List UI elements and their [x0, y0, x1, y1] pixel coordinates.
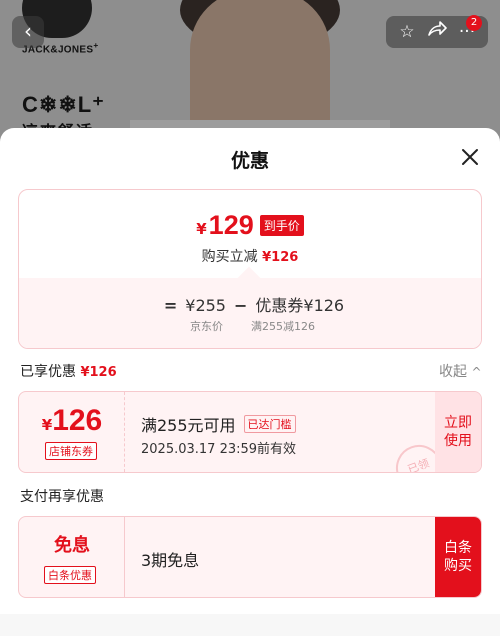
final-price-value: 129 — [208, 210, 254, 240]
sheet-title: 优惠 — [230, 150, 269, 172]
price-formula: = ¥255 − 优惠券¥126 — [19, 292, 481, 316]
pay-discount-label: 支付再享优惠 — [20, 489, 104, 505]
use-now-button[interactable]: 立即 使用 — [435, 392, 481, 472]
base-price: ¥255 — [185, 296, 226, 315]
coupon-card: ¥126 店铺东券 满255元可用 已达门槛 2025.03.17 23:59前… — [18, 391, 482, 473]
close-icon — [462, 149, 478, 165]
discount-sheet: 优惠 ¥ 129 到手价 购买立减 ¥126 = ¥255 − 优惠券¥126 … — [0, 128, 500, 636]
baitiao-buy-button[interactable]: 白条 购买 — [435, 517, 481, 597]
star-icon[interactable]: ☆ — [394, 16, 420, 48]
back-button[interactable]: ‹ — [12, 16, 44, 48]
coupon-expiry: 2025.03.17 23:59前有效 — [141, 442, 297, 457]
notification-badge: 2 — [466, 15, 482, 31]
base-price-caption: 京东价 — [190, 320, 223, 333]
final-price: ¥ 129 到手价 — [19, 210, 481, 241]
baitiao-tag: 白条优惠 — [44, 566, 96, 584]
enjoyed-discount-label: 已享优惠 ¥126 — [20, 364, 117, 380]
close-button[interactable] — [459, 146, 481, 168]
coupon-caption: 满255减126 — [251, 320, 315, 333]
coupon-type-tag: 店铺东券 — [45, 442, 97, 460]
coupon-discount: 优惠券¥126 — [255, 296, 345, 315]
collapse-toggle[interactable]: 收起 ^ — [439, 361, 482, 381]
coupon-amount: ¥126 — [41, 404, 103, 437]
bottom-strip — [0, 614, 500, 636]
reduction-line: 购买立减 ¥126 — [201, 249, 299, 265]
share-icon[interactable] — [424, 16, 450, 48]
installment-desc: 3期免息 — [141, 551, 200, 570]
final-price-tag: 到手价 — [259, 215, 304, 236]
coupon-condition: 满255元可用 已达门槛 — [141, 412, 296, 436]
interest-free-title: 免息 — [54, 535, 90, 556]
installment-card: 免息 白条优惠 3期免息 白条 购买 — [18, 516, 482, 598]
top-toolbar: ☆ ··· 2 — [386, 15, 488, 48]
more-icon[interactable]: ··· 2 — [454, 15, 482, 48]
threshold-reached-tag: 已达门槛 — [243, 415, 296, 433]
price-summary-box: ¥ 129 到手价 购买立减 ¥126 = ¥255 − 优惠券¥126 京东价… — [18, 189, 482, 349]
chevron-up-icon: ^ — [471, 365, 482, 379]
chevron-left-icon: ‹ — [24, 19, 32, 43]
promo-title: C❄❄L⁺ — [22, 92, 105, 117]
